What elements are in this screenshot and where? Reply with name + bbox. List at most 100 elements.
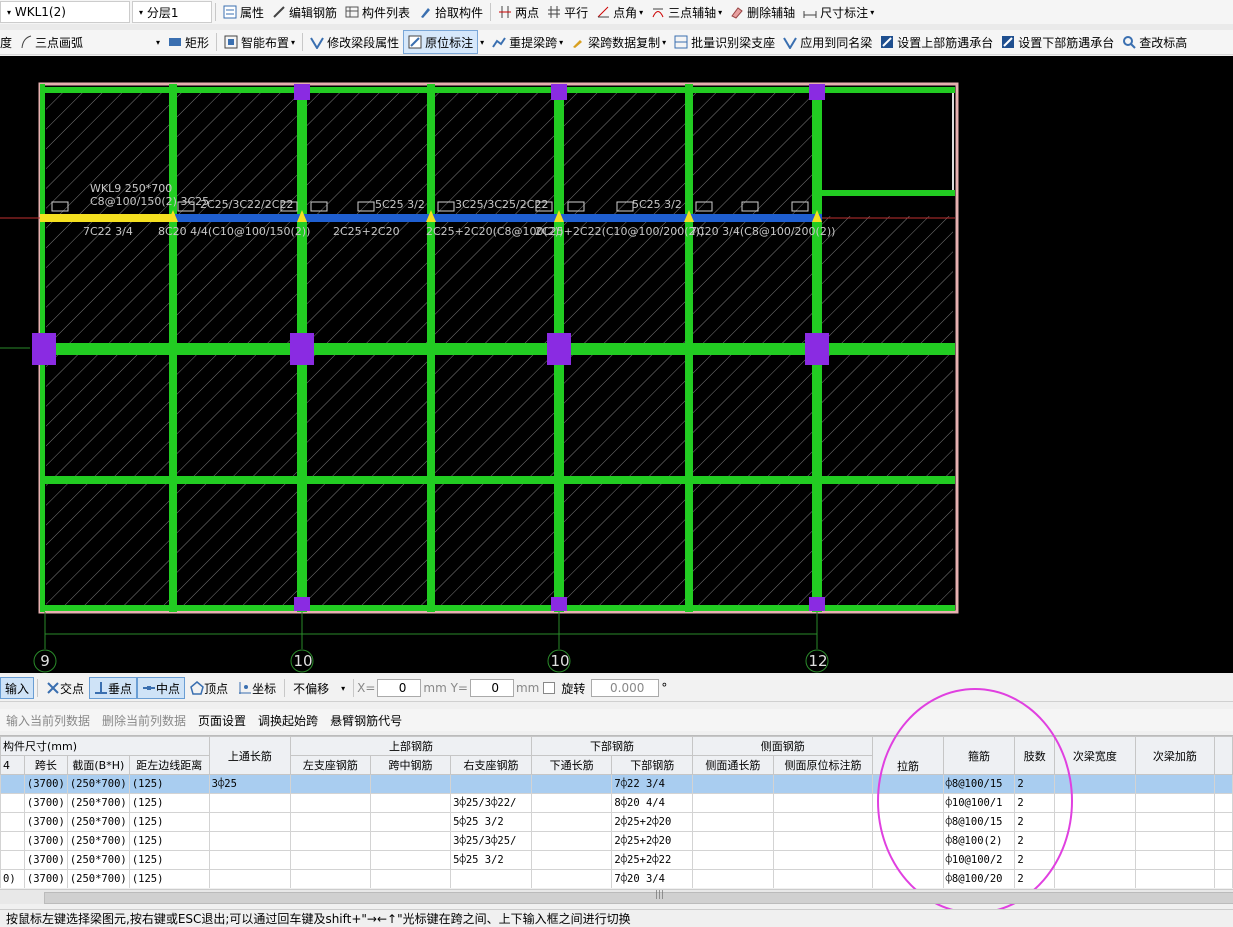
cell-dist[interactable]: (125) — [128, 812, 210, 832]
snap-perpendicular-button[interactable]: 垂点 — [89, 677, 138, 699]
page-setup-button[interactable]: 页面设置 — [192, 712, 252, 729]
cell-mid[interactable] — [369, 793, 452, 813]
cell-sideraw[interactable] — [772, 869, 874, 888]
cell-extra[interactable] — [1214, 869, 1233, 888]
cell-left[interactable] — [290, 774, 371, 794]
cell-sidelong[interactable] — [692, 869, 774, 888]
cell-legs[interactable]: 2 — [1014, 793, 1056, 813]
cell-tie[interactable] — [872, 774, 944, 794]
cell-extra[interactable] — [1214, 774, 1233, 794]
table-row[interactable]: (3700) (250*700) (125) 3⌽25/3⌽25/2⌽25+2⌽20 ⌽… — [0, 831, 1233, 851]
cell-tie[interactable] — [872, 793, 944, 813]
cell-sideraw[interactable] — [772, 774, 874, 794]
cell-span[interactable]: (3700) — [23, 831, 68, 851]
cell-c0[interactable]: 0) — [0, 869, 25, 888]
cell-botlong[interactable] — [530, 869, 613, 888]
cell-toplong[interactable] — [208, 793, 292, 813]
top-rebar-pile-cap-button[interactable]: 设置上部筋遇承台 — [876, 31, 997, 53]
cell-section[interactable]: (250*700) — [66, 774, 130, 794]
cell-mid[interactable] — [369, 812, 452, 832]
table-row[interactable]: 0) (3700) (250*700) (125) 7⌽20 3/4 ⌽8@100/20 2 — [0, 869, 1233, 888]
snap-midpoint-button[interactable]: 中点 — [137, 677, 186, 699]
cell-span[interactable]: (3700) — [23, 774, 68, 794]
beam[interactable] — [427, 84, 435, 612]
cell-mid[interactable] — [369, 774, 452, 794]
cell-span[interactable]: (3700) — [23, 869, 68, 888]
beam[interactable] — [169, 84, 177, 612]
column[interactable] — [547, 333, 571, 365]
cell-dist[interactable]: (125) — [128, 831, 210, 851]
cell-botlong[interactable] — [530, 774, 613, 794]
table-row[interactable]: (3700) (250*700) (125) 5⌽25 3/2 2⌽25+2⌽22 ⌽10… — [0, 850, 1233, 870]
two-point-button[interactable]: 两点 — [494, 1, 543, 23]
cell-mid[interactable] — [369, 850, 452, 870]
cell-toplong[interactable] — [208, 831, 292, 851]
cell-bottom[interactable]: 7⌽20 3/4 — [611, 869, 694, 888]
input-mode-button[interactable]: 输入 — [0, 677, 35, 699]
cell-extra[interactable] — [1214, 812, 1233, 832]
table-row[interactable]: (3700) (250*700) (125) 3⌽25/3⌽22/8⌽20 4/4 ⌽1… — [0, 793, 1233, 813]
cell-tie[interactable] — [872, 850, 944, 870]
column[interactable] — [290, 333, 314, 365]
cell-section[interactable]: (250*700) — [66, 812, 130, 832]
layer-selector[interactable]: ▾ 分层1 — [132, 1, 212, 23]
cell-tie[interactable] — [872, 831, 944, 851]
cell-secw[interactable] — [1054, 774, 1136, 794]
cell-legs[interactable]: 2 — [1014, 850, 1056, 870]
re-extract-span-button[interactable]: 重提梁跨 ▾ — [488, 31, 567, 53]
y-input[interactable]: 0 — [469, 679, 514, 697]
cell-right[interactable]: 3⌽25/3⌽25/ — [450, 831, 532, 851]
column[interactable] — [805, 333, 829, 365]
cell-dist[interactable]: (125) — [128, 793, 210, 813]
cell-secw[interactable] — [1054, 831, 1136, 851]
cell-sidelong[interactable] — [692, 850, 774, 870]
cell-sideraw[interactable] — [772, 831, 874, 851]
cell-stirrup[interactable]: ⌽10@100/1 — [942, 793, 1016, 813]
cell-dist[interactable]: (125) — [128, 774, 210, 794]
cell-secw[interactable] — [1054, 869, 1136, 888]
cell-seca[interactable] — [1134, 793, 1216, 813]
cell-left[interactable] — [290, 869, 371, 888]
cell-sideraw[interactable] — [772, 850, 874, 870]
cell-stirrup[interactable]: ⌽8@100(2) — [942, 831, 1016, 851]
degree-button[interactable]: 度 — [0, 31, 16, 53]
cell-sidelong[interactable] — [692, 812, 774, 832]
cell-left[interactable] — [290, 850, 371, 870]
cell-extra[interactable] — [1214, 793, 1233, 813]
drawing-canvas[interactable]: WKL9 250*700 C8@100/150(2) 3C25 2C25/3C2… — [0, 56, 1233, 673]
offset-dropdown[interactable]: 不偏移 ▾ — [288, 677, 350, 699]
column[interactable] — [809, 597, 825, 611]
cell-section[interactable]: (250*700) — [66, 831, 130, 851]
cell-toplong[interactable] — [208, 812, 292, 832]
cell-section[interactable]: (250*700) — [66, 850, 130, 870]
cell-c0[interactable] — [0, 850, 25, 870]
modify-beam-segment-button[interactable]: 修改梁段属性 — [306, 31, 403, 53]
apply-same-name-button[interactable]: 应用到同名梁 — [779, 31, 876, 53]
cell-sideraw[interactable] — [772, 812, 874, 832]
cell-bottom[interactable]: 2⌽25+2⌽22 — [611, 850, 694, 870]
cell-sideraw[interactable] — [772, 793, 874, 813]
snap-vertex-button[interactable]: 顶点 — [185, 677, 233, 699]
floor-plan[interactable]: WKL9 250*700 C8@100/150(2) 3C25 2C25/3C2… — [0, 56, 1233, 673]
cell-dist[interactable]: (125) — [128, 869, 210, 888]
cell-legs[interactable]: 2 — [1014, 812, 1056, 832]
cell-left[interactable] — [290, 812, 371, 832]
snap-coordinate-button[interactable]: 坐标 — [233, 677, 281, 699]
column[interactable] — [294, 84, 310, 100]
cell-toplong[interactable] — [208, 869, 292, 888]
column[interactable] — [294, 597, 310, 611]
rotate-checkbox[interactable] — [543, 682, 556, 694]
cell-seca[interactable] — [1134, 812, 1216, 832]
cell-toplong[interactable]: 3⌽25 — [208, 774, 292, 794]
swap-start-span-button[interactable]: 调换起始跨 — [252, 712, 324, 729]
cell-c0[interactable] — [0, 774, 25, 794]
cell-c0[interactable] — [0, 793, 25, 813]
cell-right[interactable]: 5⌽25 3/2 — [450, 812, 532, 832]
properties-button[interactable]: 属性 — [219, 1, 268, 23]
table-row[interactable]: (3700) (250*700) (125) 3⌽25 7⌽22 3/4 ⌽8@100/1… — [0, 774, 1233, 794]
cell-mid[interactable] — [369, 831, 452, 851]
batch-identify-support-button[interactable]: 批量识别梁支座 — [670, 31, 779, 53]
cell-bottom[interactable]: 8⌽20 4/4 — [611, 793, 694, 813]
cell-mid[interactable] — [369, 869, 452, 888]
table-row[interactable]: (3700) (250*700) (125) 5⌽25 3/2 2⌽25+2⌽20 ⌽8@… — [0, 812, 1233, 832]
